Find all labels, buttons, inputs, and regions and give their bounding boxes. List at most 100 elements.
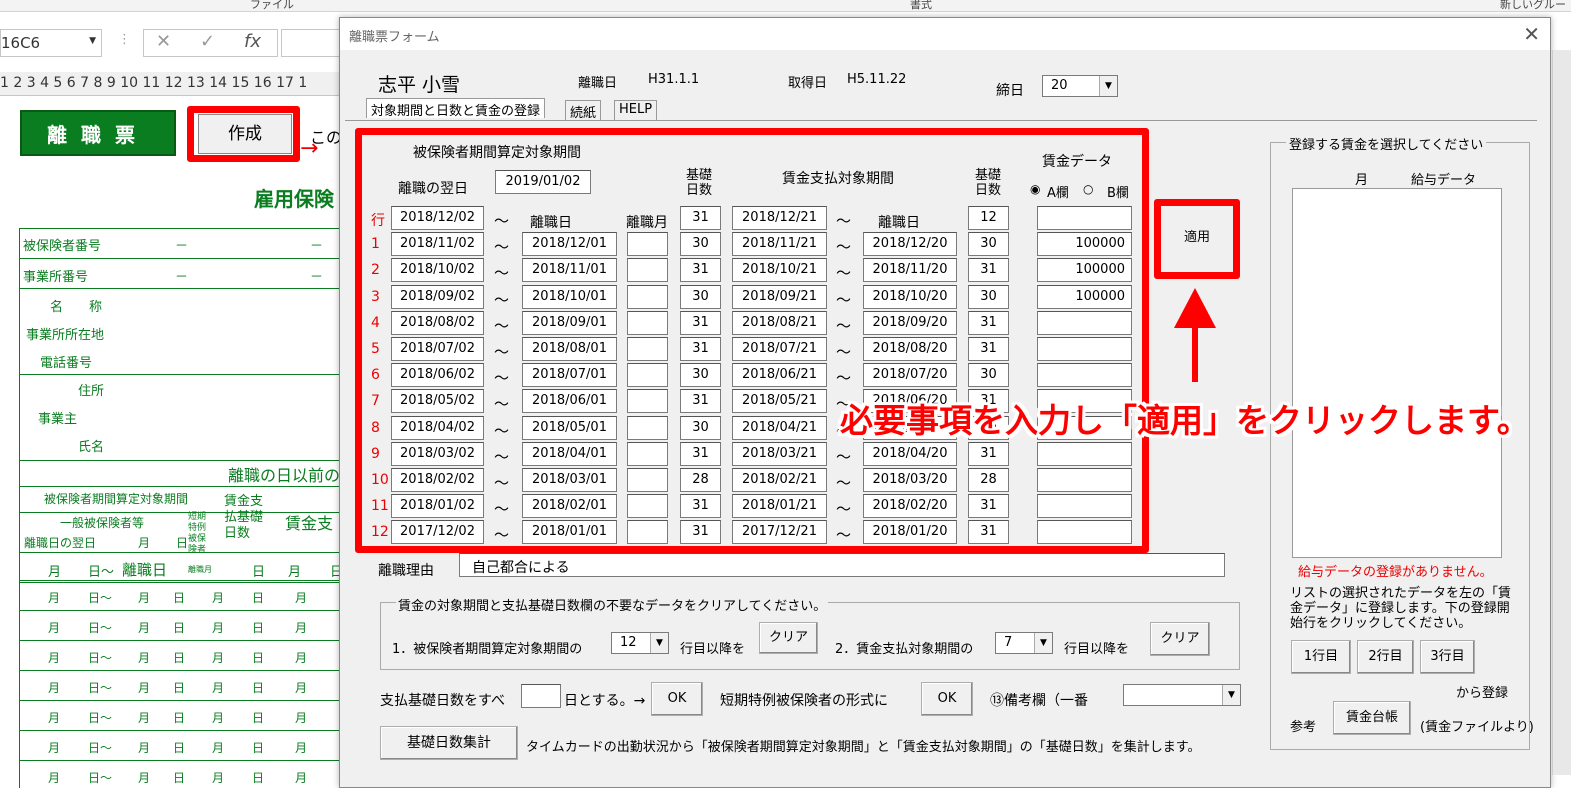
tab-period-wage[interactable]: 対象期間と日数と賃金の登録 — [366, 98, 546, 119]
sheet-cell: 月 — [138, 681, 151, 695]
day-label: 日～ — [88, 565, 115, 580]
reference-label: 参考 — [1290, 720, 1317, 735]
dash: － — [175, 270, 189, 285]
sheet-cell: 月 — [212, 771, 225, 785]
dash: － — [175, 239, 189, 254]
wage-ledger-button[interactable]: 賃金台帳 — [1333, 701, 1411, 735]
column-headers: 1 2 3 4 5 6 7 8 9 10 11 12 13 14 15 16 1… — [0, 72, 340, 96]
sheet-cell: 月 — [48, 711, 61, 725]
sheet-cell: 日～ — [88, 741, 113, 755]
register-row2-button[interactable]: 2行目 — [1357, 640, 1414, 674]
salary-listbox[interactable] — [1292, 188, 1502, 558]
count-basis-days-button[interactable]: 基礎日数集計 — [380, 726, 518, 760]
separation-date-value: H31.1.1 — [648, 72, 700, 87]
register-row1-button[interactable]: 1行目 — [1291, 640, 1351, 674]
sheet-cell: 月 — [48, 741, 61, 755]
phone-label: 電話番号 — [40, 356, 93, 371]
before-separation-label: 離職の日以前の — [228, 466, 341, 485]
formula-buttons: ✕ ✓ fx — [143, 29, 278, 57]
sheet-cell: 月 — [48, 681, 61, 695]
sheet-cell: 日 — [252, 771, 265, 785]
basis-days-label: 賃金支払基礎日数 — [224, 494, 264, 541]
sheet-cell: 日 — [173, 651, 186, 665]
short-term-ok-button[interactable]: OK — [921, 682, 973, 716]
month-label: 月 — [138, 536, 151, 550]
chevron-down-icon[interactable]: ▼ — [650, 633, 668, 653]
register-row3-button[interactable]: 3行目 — [1420, 640, 1475, 674]
scrollbar[interactable] — [1552, 50, 1571, 775]
sheet-cell: 日 — [252, 711, 265, 725]
sheet-cell: 月 — [295, 591, 308, 605]
remarks-label: ⑬備考欄（一番 — [990, 693, 1088, 709]
enter-icon[interactable]: ✓ — [200, 31, 215, 52]
month-label: 月 — [288, 565, 302, 580]
sheet-cell: 日 — [252, 681, 265, 695]
wage-select-title: 登録する賃金を選択してください — [1286, 134, 1487, 153]
sheet-cell: 日 — [173, 681, 186, 695]
insured-number-label: 被保険者番号 — [23, 239, 102, 254]
more-icon: ⋮ — [118, 32, 131, 47]
sheet-cell: 日 — [173, 711, 186, 725]
basis-all-ok-button[interactable]: OK — [651, 682, 703, 716]
sheet-cell: 月 — [295, 681, 308, 695]
ribbon-group-labels: ファイル 書式 新しいグルー — [0, 0, 1571, 12]
chevron-down-icon[interactable]: ▼ — [1222, 685, 1240, 705]
sheet-cell: 月 — [138, 651, 151, 665]
separation-slip-button[interactable]: 離職票 — [20, 110, 176, 156]
count-description: タイムカードの出勤状況から「被保険者期間算定対象期間」と「賃金支払対象期間」の「… — [526, 740, 1201, 755]
clear2-suffix: 行目以降を — [1064, 642, 1130, 657]
arrow-up-icon — [1174, 288, 1216, 328]
sheet-cell: 月 — [138, 771, 151, 785]
clear1-label: 1．被保険者期間算定対象期間の — [392, 642, 583, 657]
clear2-select[interactable]: 7 ▼ — [995, 632, 1053, 654]
clear1-select[interactable]: 12 ▼ — [611, 632, 669, 654]
sheet-cell: 月 — [48, 591, 61, 605]
acquired-date-label: 取得日 — [788, 76, 828, 91]
sheet-cell: 月 — [212, 711, 225, 725]
no-data-message: 給与データの登録がありません。 — [1298, 565, 1493, 580]
closing-day-label: 締日 — [996, 83, 1024, 99]
basis-all-label: 支払基礎日数をすべ — [380, 693, 506, 709]
day-label: 日 — [252, 565, 266, 580]
short-term-label: 短期特例被保険者 — [188, 512, 207, 555]
dialog-title: 離職票フォーム — [349, 30, 440, 45]
sheet-cell: 月 — [295, 621, 308, 635]
dash: － — [310, 239, 324, 254]
sheet-cell: 日 — [173, 591, 186, 605]
basis-all-suffix: 日とする。→ — [564, 693, 646, 709]
sheet-cell: 月 — [48, 651, 61, 665]
clear1-button[interactable]: クリア — [759, 622, 818, 654]
tab-continuation[interactable]: 続紙 — [565, 100, 602, 121]
sheet-cell: 月 — [295, 711, 308, 725]
clear2-label: 2．賃金支払対象期間の — [835, 642, 974, 657]
closing-day-value: 20 — [1051, 78, 1068, 93]
basis-all-input[interactable] — [521, 684, 561, 708]
ribbon-label-new-group: 新しいグルー — [1500, 0, 1566, 11]
apply-button[interactable]: 適用 — [1161, 206, 1233, 272]
closing-day-select[interactable]: 20 ▼ — [1042, 75, 1118, 97]
sheet-cell: 日 — [252, 591, 265, 605]
clear2-button[interactable]: クリア — [1150, 622, 1210, 656]
create-button[interactable]: 作成 — [198, 114, 292, 154]
chevron-down-icon[interactable]: ▼ — [89, 36, 96, 46]
clear1-suffix: 行目以降を — [680, 642, 746, 657]
instruction-annotation: 必要事項を入力し「適用」をクリックします。 — [840, 401, 1530, 440]
function-icon[interactable]: fx — [244, 31, 261, 52]
acquired-date-value: H5.11.22 — [847, 72, 907, 87]
cancel-icon[interactable]: ✕ — [156, 31, 171, 52]
formula-bar[interactable] — [281, 29, 341, 57]
name-box[interactable]: 16C6 ▼ — [0, 29, 102, 57]
sheet-cell: 月 — [48, 621, 61, 635]
sheet-cell: 日 — [173, 771, 186, 785]
sheet-cell: 日～ — [88, 621, 113, 635]
sheet-cell: 月 — [212, 651, 225, 665]
chevron-down-icon[interactable]: ▼ — [1034, 633, 1052, 653]
tab-help[interactable]: HELP — [614, 100, 658, 120]
ribbon-label-file: ファイル — [250, 0, 294, 11]
sheet-cell: 月 — [212, 681, 225, 695]
chevron-down-icon[interactable]: ▼ — [1099, 76, 1117, 96]
remarks-select[interactable]: ▼ — [1123, 684, 1241, 706]
close-icon[interactable]: ✕ — [1523, 22, 1540, 46]
wage-file-note: (賃金ファイルより) — [1420, 720, 1534, 735]
reason-input[interactable]: 自己都合による — [459, 553, 1225, 577]
